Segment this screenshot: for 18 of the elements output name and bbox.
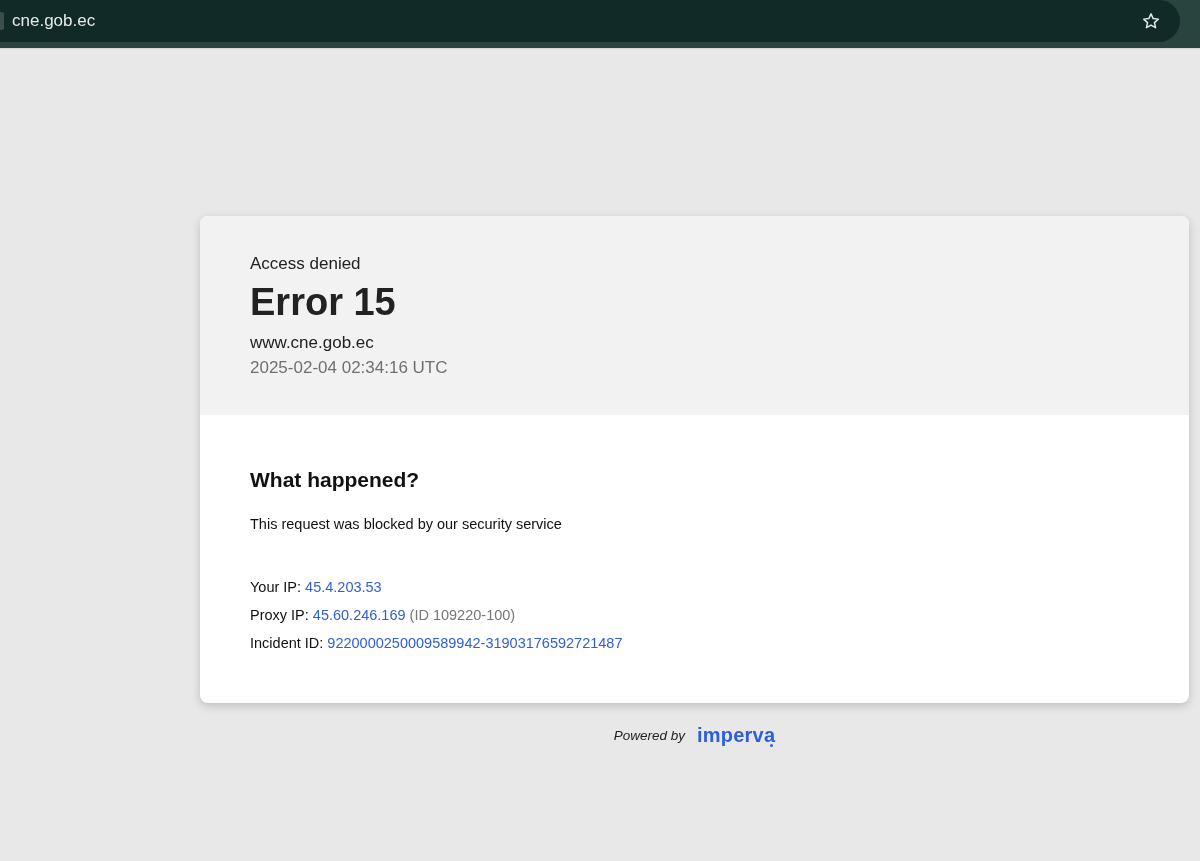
- address-bar[interactable]: cne.gob.ec: [0, 0, 1180, 42]
- detail-label: Your IP:: [250, 578, 302, 597]
- host-text: www.cne.gob.ec: [250, 332, 374, 354]
- imperva-logo: imperva: [697, 723, 776, 747]
- detail-value: 45.4.203.53: [305, 578, 382, 597]
- detail-value: 45.60.246.169: [312, 606, 406, 625]
- section-heading: What happened?: [250, 467, 420, 493]
- detail-label: Incident ID:: [250, 634, 324, 653]
- error-title: Error 15: [250, 280, 396, 325]
- detail-note: (ID 109220-100): [409, 606, 516, 625]
- powered-by-text: Powered by: [613, 727, 686, 743]
- status-label: Access denied: [250, 253, 361, 275]
- timestamp-text: 2025-02-04 02:34:16 UTC: [250, 357, 448, 379]
- detail-label: Proxy IP:: [250, 606, 309, 625]
- address-text: cne.gob.ec: [12, 11, 97, 31]
- star-icon[interactable]: [1142, 12, 1160, 30]
- message-text: This request was blocked by our security service: [250, 515, 562, 534]
- detail-value: 9220000250009589942-31903176592721487: [327, 634, 623, 653]
